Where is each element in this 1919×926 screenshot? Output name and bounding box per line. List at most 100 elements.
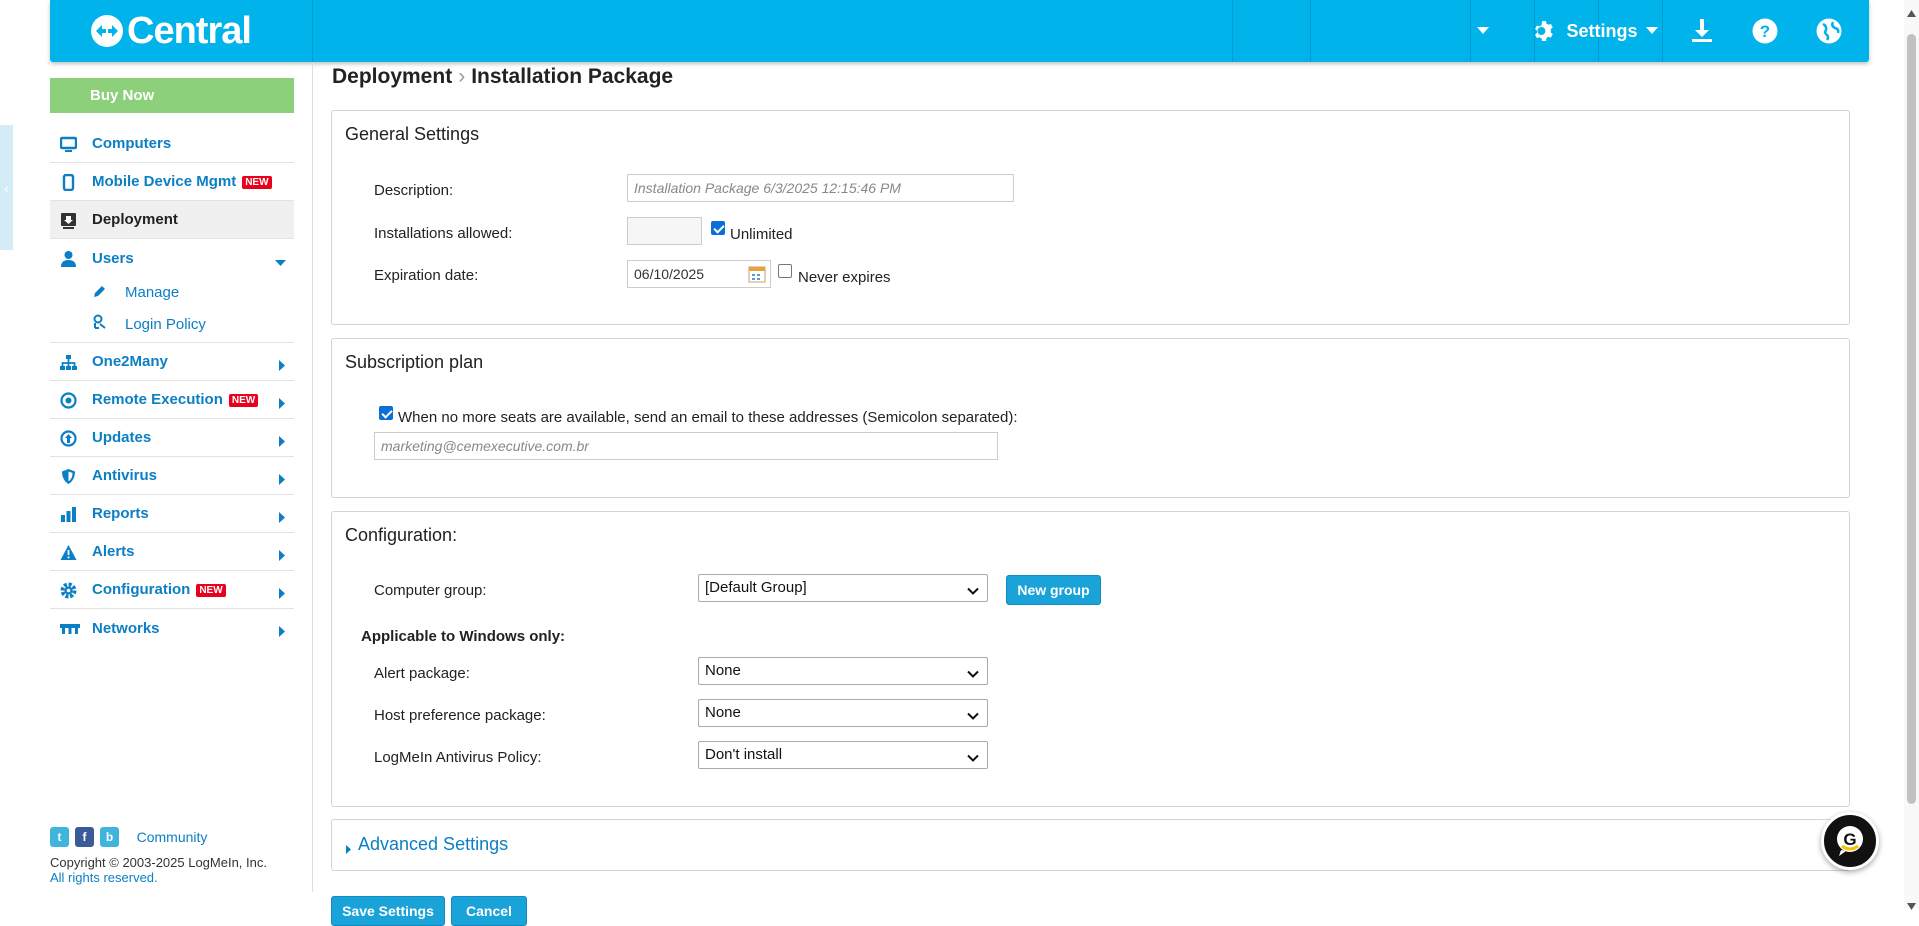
description-input[interactable] bbox=[627, 174, 1014, 202]
monitor-icon bbox=[60, 136, 77, 153]
download-button[interactable] bbox=[1682, 0, 1722, 62]
sidebar-item-label: Deployment bbox=[92, 211, 178, 228]
bar-chart-icon bbox=[60, 506, 77, 523]
description-label: Description: bbox=[374, 182, 454, 199]
download-icon bbox=[1691, 19, 1713, 43]
logo[interactable]: Central bbox=[90, 9, 252, 52]
never-expires-label: Never expires bbox=[798, 269, 891, 286]
alert-package-select[interactable]: None bbox=[698, 657, 988, 685]
sidebar-item-updates[interactable]: Updates bbox=[50, 419, 294, 457]
unlimited-label: Unlimited bbox=[730, 226, 793, 243]
warning-icon bbox=[60, 544, 77, 561]
chevron-down-icon bbox=[967, 750, 979, 767]
chevron-right-icon bbox=[279, 586, 286, 603]
sidebar-item-networks[interactable]: Networks bbox=[50, 609, 294, 647]
sidebar-collapse-tab[interactable]: ‹ bbox=[0, 125, 13, 250]
breadcrumb: Deployment › Installation Package bbox=[332, 65, 673, 89]
calendar-icon[interactable] bbox=[748, 265, 766, 283]
host-preference-select[interactable]: None bbox=[698, 699, 988, 727]
new-badge: NEW bbox=[196, 584, 226, 597]
blog-icon[interactable]: b bbox=[100, 827, 119, 847]
installations-allowed-input[interactable] bbox=[627, 217, 702, 245]
divider bbox=[1232, 0, 1233, 62]
mobile-icon bbox=[60, 174, 77, 191]
sidebar-item-alerts[interactable]: Alerts bbox=[50, 533, 294, 571]
sidebar-item-antivirus[interactable]: Antivirus bbox=[50, 457, 294, 495]
sidebar-item-users[interactable]: Users bbox=[50, 239, 294, 277]
host-preference-value: None bbox=[705, 704, 741, 721]
breadcrumb-parent[interactable]: Deployment bbox=[332, 65, 452, 88]
sidebar-item-configuration[interactable]: Configuration NEW bbox=[50, 571, 294, 609]
sidebar-item-deployment[interactable]: Deployment bbox=[50, 201, 294, 239]
general-settings-panel: General Settings Description: Installati… bbox=[331, 110, 1850, 325]
login-policy-icon bbox=[92, 314, 107, 329]
subscription-plan-panel: Subscription plan When no more seats are… bbox=[331, 338, 1850, 498]
sidebar-item-label: One2Many bbox=[92, 353, 168, 370]
advanced-settings-panel[interactable]: Advanced Settings bbox=[331, 819, 1850, 871]
sidebar-subitem-login-policy[interactable]: Login Policy bbox=[50, 307, 294, 343]
sidebar-item-reports[interactable]: Reports bbox=[50, 495, 294, 533]
cancel-button[interactable]: Cancel bbox=[451, 896, 527, 926]
sidebar-nav: Computers Mobile Device Mgmt NEW Deployme… bbox=[50, 125, 294, 647]
divider bbox=[312, 0, 313, 62]
globe-icon bbox=[1816, 18, 1842, 44]
chevron-right-icon bbox=[279, 358, 286, 375]
chevron-right-icon bbox=[279, 396, 286, 413]
community-link[interactable]: Community bbox=[137, 829, 208, 845]
user-icon bbox=[60, 250, 77, 267]
computer-group-label: Computer group: bbox=[374, 582, 487, 599]
sidebar-item-remote-execution[interactable]: Remote Execution NEW bbox=[50, 381, 294, 419]
logo-text: Central bbox=[127, 9, 252, 52]
new-badge: NEW bbox=[228, 394, 259, 407]
notify-email-checkbox[interactable] bbox=[379, 406, 393, 420]
scroll-up-icon[interactable] bbox=[1907, 4, 1916, 22]
svg-text:?: ? bbox=[1760, 22, 1770, 41]
settings-menu-button[interactable]: Settings bbox=[1525, 0, 1665, 62]
chevron-down-icon bbox=[967, 666, 979, 683]
new-badge: NEW bbox=[242, 176, 272, 189]
top-bar: Central Settings ? bbox=[50, 0, 1869, 62]
sidebar-item-mobile-device-mgmt[interactable]: Mobile Device Mgmt NEW bbox=[50, 163, 294, 201]
notify-email-input[interactable] bbox=[374, 432, 998, 460]
chevron-right-icon bbox=[279, 548, 286, 565]
computer-group-select[interactable]: [Default Group] bbox=[698, 574, 988, 602]
antivirus-policy-select[interactable]: Don't install bbox=[698, 741, 988, 769]
sidebar-item-label: Alerts bbox=[92, 543, 135, 560]
chat-icon: G bbox=[1837, 826, 1863, 856]
pencil-icon bbox=[92, 284, 107, 299]
chevron-right-icon bbox=[279, 434, 286, 451]
save-settings-button[interactable]: Save Settings bbox=[331, 896, 445, 926]
vertical-scrollbar[interactable] bbox=[1904, 0, 1919, 910]
breadcrumb-separator: › bbox=[458, 65, 466, 88]
scroll-down-icon[interactable] bbox=[1907, 897, 1916, 915]
sidebar-divider bbox=[312, 62, 313, 892]
host-preference-label: Host preference package: bbox=[374, 707, 546, 724]
sidebar-item-label: Mobile Device Mgmt bbox=[92, 173, 237, 190]
never-expires-checkbox[interactable] bbox=[778, 264, 792, 278]
chevron-right-icon bbox=[279, 510, 286, 527]
new-group-button[interactable]: New group bbox=[1006, 575, 1101, 605]
sidebar-item-one2many[interactable]: One2Many bbox=[50, 343, 294, 381]
page-title: Installation Package bbox=[471, 65, 674, 88]
buy-now-button[interactable]: Buy Now bbox=[50, 78, 294, 113]
scrollbar-thumb[interactable] bbox=[1907, 34, 1916, 804]
chat-widget-button[interactable]: G bbox=[1821, 812, 1879, 870]
unlimited-checkbox[interactable] bbox=[711, 221, 725, 235]
sidebar-subitem-label: Login Policy bbox=[125, 316, 206, 333]
advanced-settings-toggle[interactable]: Advanced Settings bbox=[358, 834, 508, 855]
sidebar-item-label: Users bbox=[92, 249, 134, 267]
twitter-icon[interactable]: t bbox=[50, 827, 69, 847]
sidebar-item-computers[interactable]: Computers bbox=[50, 125, 294, 163]
facebook-icon[interactable]: f bbox=[75, 827, 94, 847]
copyright-text: Copyright © 2003-2025 LogMeIn, Inc. bbox=[50, 855, 267, 870]
chevron-right-icon bbox=[279, 472, 286, 489]
divider bbox=[1310, 0, 1311, 62]
help-icon: ? bbox=[1752, 18, 1778, 44]
language-button[interactable] bbox=[1809, 0, 1849, 62]
help-button[interactable]: ? bbox=[1745, 0, 1785, 62]
account-dropdown-button[interactable] bbox=[1458, 0, 1508, 62]
chevron-down-icon bbox=[967, 583, 979, 600]
sidebar-item-label: Computers bbox=[92, 135, 172, 152]
remote-exec-icon bbox=[60, 392, 77, 409]
sidebar-subitem-manage[interactable]: Manage bbox=[50, 277, 294, 307]
